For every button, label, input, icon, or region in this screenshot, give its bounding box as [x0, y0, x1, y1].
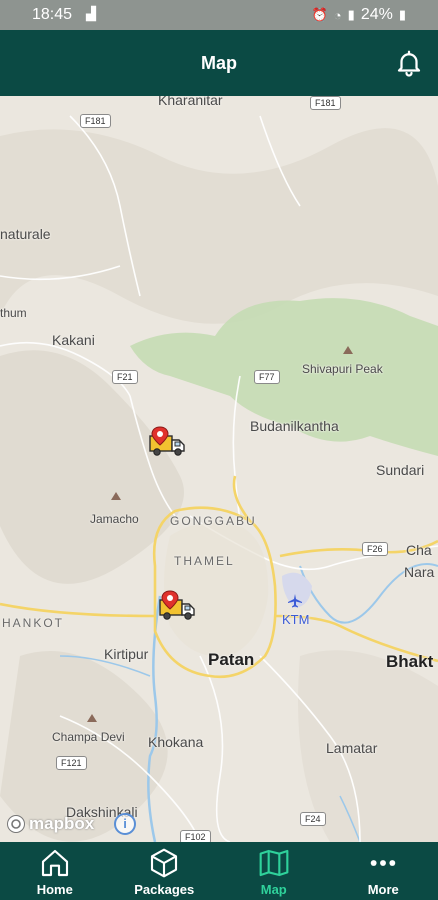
peak-icon	[87, 714, 97, 722]
area-label: THAMEL	[174, 554, 235, 568]
notifications-button[interactable]	[394, 48, 424, 78]
map-icon	[259, 849, 289, 877]
truck-marker-icon[interactable]	[148, 426, 186, 458]
nav-label: More	[367, 882, 399, 897]
bell-icon	[397, 50, 421, 77]
mapbox-logo[interactable]: mapbox	[6, 814, 94, 834]
road-shield: F102	[180, 830, 211, 842]
airport-label: KTM	[282, 612, 310, 627]
place-label: Jamacho	[90, 512, 139, 526]
nav-more[interactable]: More	[329, 842, 438, 900]
attribution-info-icon[interactable]: i	[114, 813, 136, 835]
battery-icon: ▮	[398, 7, 406, 22]
place-label: Sundari	[376, 462, 425, 478]
status-icons: ⏰ ◔ ▮ 24% ▮	[312, 6, 406, 24]
bottom-nav: Home Packages Map More	[0, 842, 438, 900]
road-shield: F181	[310, 96, 341, 110]
nav-home[interactable]: Home	[0, 842, 110, 900]
peak-icon	[111, 492, 121, 500]
city-label: Bhakt	[386, 652, 434, 671]
peak-icon	[343, 346, 353, 354]
more-dots-icon	[370, 860, 396, 866]
wifi-icon: ◔	[333, 7, 342, 23]
area-label: GONGGABU	[170, 514, 257, 528]
place-label: Kirtipur	[104, 646, 149, 662]
place-label: Khokana	[148, 734, 204, 750]
signal-boost-icon: ▟	[86, 6, 96, 21]
place-label: Champa Devi	[52, 730, 125, 744]
box-icon	[151, 848, 178, 878]
nav-packages[interactable]: Packages	[110, 842, 220, 900]
place-label: thum	[0, 306, 27, 320]
nav-label: Packages	[134, 882, 195, 897]
place-label: naturale	[0, 226, 51, 242]
place-label: Kharanitar	[158, 96, 223, 108]
road-shield: F77	[254, 370, 280, 384]
status-time: 18:45	[32, 6, 73, 23]
road-shield: F26	[362, 542, 388, 556]
road-shield: F121	[56, 756, 87, 770]
place-label: Kakani	[52, 332, 95, 348]
map-view[interactable]: F181 F181 F21 F77 F26 F121 F24 F102 Khar…	[0, 96, 438, 842]
area-label: HANKOT	[2, 616, 65, 630]
road-shield: F21	[112, 370, 138, 384]
road-shield: F24	[300, 812, 326, 826]
truck-marker-icon[interactable]	[158, 590, 196, 622]
place-label: Cha	[406, 542, 432, 558]
app-bar: Map	[0, 30, 438, 96]
airport-icon	[288, 594, 302, 608]
status-bar: 18:45 ▟ ⏰ ◔ ▮ 24% ▮	[0, 0, 438, 30]
place-label: Shivapuri Peak	[302, 362, 383, 376]
place-label: Nara	[404, 564, 435, 580]
place-label: Lamatar	[326, 740, 378, 756]
home-icon	[41, 849, 68, 877]
place-label: Budanilkantha	[250, 418, 339, 434]
page-title: Map	[201, 53, 237, 73]
mapbox-wordmark: mapbox	[29, 814, 95, 833]
nav-label: Home	[36, 882, 73, 897]
nav-map[interactable]: Map	[219, 842, 329, 900]
cell-signal-icon: ▮	[347, 7, 355, 22]
city-label: Patan	[208, 650, 255, 669]
road-shield: F181	[80, 114, 111, 128]
mapbox-mark-icon	[7, 815, 25, 833]
battery-percent: 24%	[360, 6, 393, 23]
nav-label: Map	[260, 882, 287, 897]
alarm-icon: ⏰	[311, 7, 328, 22]
